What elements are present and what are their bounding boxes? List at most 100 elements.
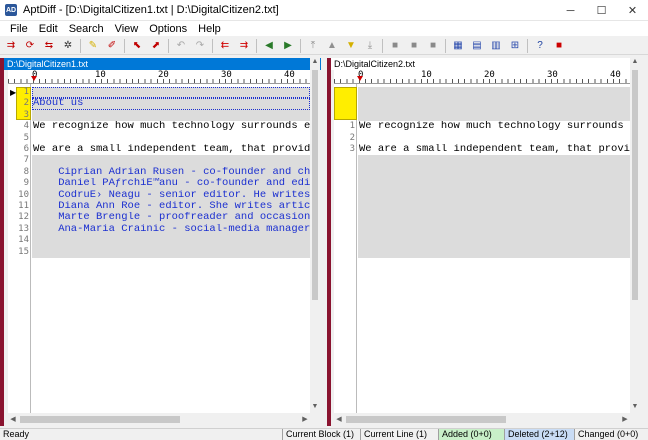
text-line[interactable] — [32, 246, 310, 258]
toolbar-separator — [168, 38, 169, 53]
vertical-view-icon[interactable]: ▥ — [489, 39, 503, 53]
text-line[interactable]: We recognize how much technology surroun… — [32, 121, 310, 132]
menu-view[interactable]: View — [111, 23, 143, 35]
left-text-pane[interactable]: 1 2 3 4 5 6 7 8 9 10 11 12 13 14 15 ▶ About us We recogn… — [8, 84, 310, 413]
ruler-tick-label: 10 — [95, 70, 106, 80]
close-button[interactable]: ✕ — [617, 0, 648, 21]
ruler-cursor-marker — [357, 76, 363, 81]
right-text-pane[interactable]: 123 We recognize how much technology sur… — [334, 84, 630, 413]
right-code-area[interactable]: We recognize how much technology surroun… — [358, 84, 630, 413]
merge-view-icon[interactable]: ⊞ — [508, 39, 522, 53]
text-line[interactable]: We are a small independent team, that pr… — [358, 144, 630, 155]
options-icon[interactable]: ✲ — [61, 39, 75, 53]
right-vertical-scrollbar[interactable]: ▲ ▼ — [630, 58, 640, 413]
line-number: 12 — [18, 212, 29, 223]
minimize-button[interactable]: ─ — [555, 0, 586, 21]
unmark-icon[interactable]: ✐ — [105, 39, 119, 53]
right-horizontal-scrollbar[interactable]: ◀ ▶ — [334, 413, 630, 426]
move-right-icon[interactable]: ⇉ — [237, 39, 251, 53]
line-number: 11 — [18, 201, 29, 211]
text-line[interactable] — [358, 133, 630, 144]
scroll-up-icon[interactable]: ▲ — [310, 58, 320, 68]
report-icon[interactable]: ▦ — [451, 39, 465, 53]
text-line[interactable]: We recognize how much technology surroun… — [358, 121, 630, 132]
scroll-thumb[interactable] — [346, 416, 506, 423]
app-icon: AD — [5, 4, 17, 16]
scroll-right-icon[interactable]: ▶ — [300, 413, 310, 426]
title-bar: AD AptDiff - [D:\DigitalCitizen1.txt | D… — [0, 0, 648, 21]
scroll-left-icon[interactable]: ◀ — [8, 413, 18, 426]
toolbar-separator — [80, 38, 81, 53]
scroll-thumb[interactable] — [20, 416, 180, 423]
menu-file[interactable]: File — [6, 23, 32, 35]
prev-diff-icon[interactable]: ▲ — [325, 39, 339, 53]
current-line-arrow-icon: ▶ — [10, 88, 17, 97]
ruler-tick-label: 20 — [484, 70, 495, 80]
menu-search[interactable]: Search — [65, 23, 108, 35]
text-line[interactable] — [32, 109, 310, 122]
text-line[interactable]: Diana Ann Roe - editor. She writes artic… — [32, 201, 310, 213]
text-line[interactable] — [32, 235, 310, 247]
mark-icon[interactable]: ✎ — [86, 39, 100, 53]
line-number: 8 — [23, 166, 29, 177]
line-number: 1 — [349, 121, 355, 132]
text-line[interactable]: About us — [32, 98, 310, 110]
maximize-button[interactable]: ☐ — [586, 0, 617, 21]
recompare-icon[interactable]: ⟳ — [23, 39, 37, 53]
status-ready: Ready — [3, 429, 30, 439]
redo-icon[interactable]: ↷ — [193, 39, 207, 53]
right-file-header[interactable]: D:\DigitalCitizen2.txt — [331, 58, 634, 70]
copy-right-icon[interactable]: ⬈ — [149, 39, 163, 53]
arrow-right-icon[interactable]: ▶ — [281, 39, 295, 53]
diff-block-marker — [334, 87, 357, 120]
ruler-cursor-marker — [31, 76, 37, 81]
next-diff-icon[interactable]: ▼ — [344, 39, 358, 53]
left-code-area[interactable]: About us We recognize how much technology… — [32, 84, 310, 413]
left-vertical-scrollbar[interactable]: ▲ ▼ — [310, 58, 320, 413]
toolbar-separator — [212, 38, 213, 53]
stop-icon[interactable]: ■ — [552, 39, 566, 53]
toolbar-separator — [300, 38, 301, 53]
toolbar-separator — [382, 38, 383, 53]
status-deleted: Deleted (2+12) — [504, 429, 574, 440]
save-icon[interactable]: ■ — [388, 39, 402, 53]
ruler-ticks — [334, 79, 630, 83]
text-line[interactable] — [32, 155, 310, 167]
menu-help[interactable]: Help — [194, 23, 225, 35]
save-left-icon[interactable]: ■ — [407, 39, 421, 53]
text-line[interactable] — [32, 133, 310, 144]
scroll-left-icon[interactable]: ◀ — [334, 413, 344, 426]
left-line-gutter: 1 2 3 4 5 6 7 8 9 10 11 12 13 14 15 ▶ — [8, 84, 31, 413]
scroll-thumb[interactable] — [312, 70, 318, 300]
copy-left-icon[interactable]: ⬉ — [130, 39, 144, 53]
ruler-tick-label: 30 — [547, 70, 558, 80]
toolbar-separator — [124, 38, 125, 53]
left-file-header[interactable]: D:\DigitalCitizen1.txt — [4, 58, 321, 70]
text-line[interactable] — [32, 87, 310, 99]
menu-edit[interactable]: Edit — [35, 23, 62, 35]
left-horizontal-scrollbar[interactable]: ◀ ▶ — [8, 413, 310, 426]
text-line[interactable]: CodruÈ› Neagu - senior editor. He writes… — [32, 189, 310, 201]
scroll-down-icon[interactable]: ▼ — [310, 403, 320, 413]
menu-options[interactable]: Options — [145, 23, 191, 35]
first-diff-icon[interactable]: ⤒ — [306, 39, 320, 53]
text-line[interactable]: We are a small independent team, that pr… — [32, 144, 310, 155]
text-line[interactable]: Ana-Maria Crainic - social-media manager… — [32, 223, 310, 236]
swap-icon[interactable]: ⇆ — [42, 39, 56, 53]
undo-icon[interactable]: ↶ — [174, 39, 188, 53]
last-diff-icon[interactable]: ⤓ — [363, 39, 377, 53]
text-line[interactable]: Daniel PÄƒrchiÈ™anu - co-founder and edi… — [32, 178, 310, 190]
arrow-left-icon[interactable]: ◀ — [262, 39, 276, 53]
scroll-thumb[interactable] — [632, 70, 638, 300]
window-controls: ─ ☐ ✕ — [555, 0, 648, 21]
compare-icon[interactable]: ⇉ — [4, 39, 18, 53]
horizontal-view-icon[interactable]: ▤ — [470, 39, 484, 53]
move-left-icon[interactable]: ⇇ — [218, 39, 232, 53]
text-line[interactable]: Ciprian Adrian Rusen - co-founder and ch… — [32, 166, 310, 179]
text-line[interactable]: Marte Brengle - proofreader and occasion… — [32, 212, 310, 224]
scroll-down-icon[interactable]: ▼ — [630, 403, 640, 413]
save-right-icon[interactable]: ■ — [426, 39, 440, 53]
scroll-up-icon[interactable]: ▲ — [630, 58, 640, 68]
scroll-right-icon[interactable]: ▶ — [620, 413, 630, 426]
help-icon[interactable]: ? — [533, 39, 547, 53]
